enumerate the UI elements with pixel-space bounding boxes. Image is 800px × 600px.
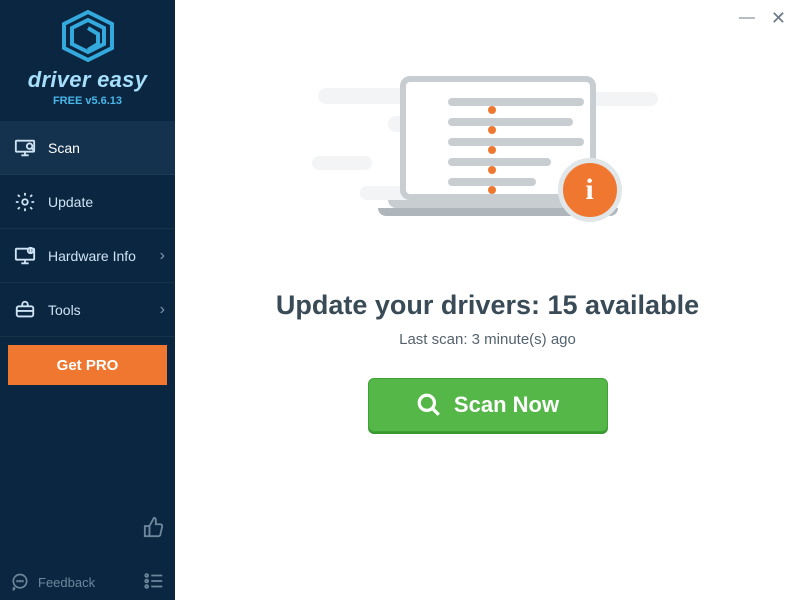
monitor-scan-icon <box>14 137 36 159</box>
chevron-right-icon: › <box>160 247 165 265</box>
sidebar-item-label: Update <box>48 194 93 210</box>
sidebar-item-update[interactable]: Update <box>0 175 175 229</box>
feedback-label: Feedback <box>38 575 95 590</box>
last-scan-text: Last scan: 3 minute(s) ago <box>399 331 576 348</box>
illustration: i <box>308 66 668 256</box>
toolbox-icon <box>14 299 36 321</box>
sidebar-item-label: Hardware Info <box>48 248 136 264</box>
logo-icon <box>60 10 116 62</box>
titlebar: — ✕ <box>175 0 800 36</box>
sidebar-nav: Scan Update i Hardware Info › Tools › <box>0 121 175 337</box>
get-pro-button[interactable]: Get PRO <box>8 345 167 385</box>
search-icon <box>416 392 442 418</box>
sidebar-item-label: Tools <box>48 302 81 318</box>
headline: Update your drivers: 15 available <box>276 290 699 321</box>
thumbs-up-icon[interactable] <box>143 516 165 538</box>
brand-name: driver easy <box>0 67 175 93</box>
monitor-info-icon: i <box>14 245 36 267</box>
feedback-button[interactable]: Feedback <box>10 572 95 592</box>
sidebar-item-label: Scan <box>48 140 80 156</box>
brand-version: FREE v5.6.13 <box>0 95 175 107</box>
sidebar-item-scan[interactable]: Scan <box>0 121 175 175</box>
chat-icon <box>10 572 30 592</box>
minimize-button[interactable]: — <box>739 10 755 26</box>
main-panel: — ✕ i Update your drivers: 15 available … <box>175 0 800 600</box>
close-button[interactable]: ✕ <box>771 9 786 27</box>
sidebar-item-tools[interactable]: Tools › <box>0 283 175 337</box>
list-icon[interactable] <box>143 570 165 592</box>
scan-now-button[interactable]: Scan Now <box>368 378 608 432</box>
info-badge-icon: i <box>558 158 622 222</box>
gear-icon <box>14 191 36 213</box>
sidebar: driver easy FREE v5.6.13 Scan Update i H… <box>0 0 175 600</box>
sidebar-bottom: Feedback <box>0 538 175 600</box>
get-pro-label: Get PRO <box>57 357 119 374</box>
chevron-right-icon: › <box>160 301 165 319</box>
sidebar-item-hardware-info[interactable]: i Hardware Info › <box>0 229 175 283</box>
svg-text:i: i <box>30 248 31 253</box>
brand: driver easy FREE v5.6.13 <box>0 0 175 115</box>
scan-now-label: Scan Now <box>454 392 559 418</box>
